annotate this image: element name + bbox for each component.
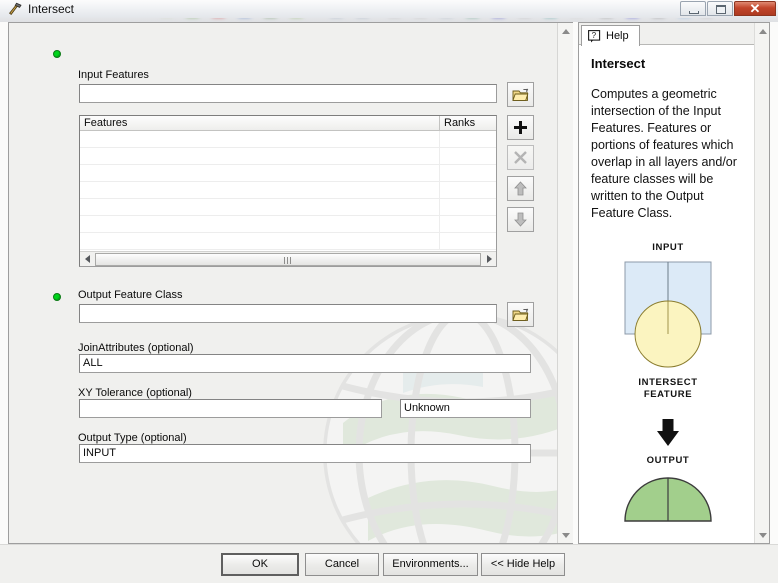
parameters-pane-scrollbar[interactable]	[557, 23, 573, 543]
features-list-horizontal-scrollbar[interactable]	[80, 251, 496, 266]
cancel-button[interactable]: Cancel	[305, 552, 379, 576]
table-row[interactable]	[80, 165, 496, 182]
help-content: Intersect Computes a geometric intersect…	[579, 46, 755, 543]
close-icon: ✕	[749, 1, 761, 16]
table-row[interactable]	[80, 233, 496, 250]
horizontal-scroll-thumb[interactable]	[95, 252, 481, 266]
diagram-intersect-caption-line2: FEATURE	[643, 389, 693, 400]
open-folder-icon	[512, 88, 529, 101]
help-scroll-down-icon[interactable]	[755, 527, 769, 543]
intersect-tool-window: Intersect ✕ Input Features Features Rank…	[0, 0, 778, 583]
input-features-browse-button[interactable]	[507, 82, 534, 107]
help-tabstrip: ? Help	[579, 23, 769, 46]
hide-help-button[interactable]: << Hide Help	[481, 552, 565, 576]
diagram-output-caption: OUTPUT	[646, 455, 690, 466]
table-row[interactable]	[80, 182, 496, 199]
window-title: Intersect	[28, 2, 75, 16]
minimize-button[interactable]	[680, 1, 706, 16]
xy-tolerance-input[interactable]	[79, 399, 382, 418]
tool-parameters-pane: Input Features Features Ranks Output Fea…	[8, 22, 573, 544]
table-row[interactable]	[80, 216, 496, 233]
scroll-right-icon[interactable]	[482, 253, 496, 266]
output-type-combo[interactable]: INPUT	[79, 444, 531, 463]
dialog-button-bar: OK Cancel Environments... << Hide Help	[0, 544, 778, 583]
diagram-input-caption: INPUT	[652, 242, 684, 253]
output-diagram	[624, 477, 712, 522]
required-indicator-output-feature-class	[53, 293, 61, 301]
output-feature-class-browse-button[interactable]	[507, 302, 534, 327]
output-feature-class-input[interactable]	[79, 304, 497, 323]
maximize-icon	[716, 5, 726, 14]
column-header-features[interactable]: Features	[80, 116, 440, 130]
join-attributes-combo[interactable]: ALL	[79, 354, 531, 373]
table-row[interactable]	[80, 148, 496, 165]
features-list[interactable]: Features Ranks	[79, 115, 497, 267]
ok-button[interactable]: OK	[221, 552, 299, 576]
required-indicator-input-features	[53, 50, 61, 58]
maximize-button[interactable]	[707, 1, 733, 16]
tab-help[interactable]: ? Help	[581, 25, 640, 46]
add-feature-button[interactable]	[507, 115, 534, 140]
features-list-body[interactable]	[80, 131, 496, 250]
close-button[interactable]: ✕	[734, 1, 776, 16]
table-row[interactable]	[80, 199, 496, 216]
column-header-ranks[interactable]: Ranks	[440, 116, 496, 130]
input-intersect-diagram	[624, 261, 712, 368]
arrow-down-icon	[657, 419, 679, 446]
help-pane-scrollbar[interactable]	[754, 23, 769, 543]
input-features-combo[interactable]	[79, 84, 497, 103]
plus-icon	[514, 121, 527, 134]
parameters-form: Input Features Features Ranks Output Fea…	[9, 23, 557, 543]
help-tab-label: Help	[606, 30, 629, 42]
features-list-header: Features Ranks	[80, 116, 496, 131]
open-folder-icon	[512, 308, 529, 321]
xy-tolerance-unit-combo[interactable]: Unknown	[400, 399, 531, 418]
window-titlebar: Intersect ✕	[0, 0, 778, 18]
help-scroll-up-icon[interactable]	[755, 23, 769, 39]
scroll-down-icon[interactable]	[558, 527, 573, 543]
window-controls: ✕	[679, 1, 776, 17]
scroll-left-icon[interactable]	[80, 253, 94, 266]
x-icon	[514, 151, 527, 164]
help-title: Intersect	[591, 56, 646, 71]
hammer-tool-icon	[7, 2, 23, 16]
arrow-up-icon	[514, 181, 527, 196]
table-row[interactable]	[80, 131, 496, 148]
move-down-button[interactable]	[507, 207, 534, 232]
help-pane: ? Help Intersect Computes a geometric in…	[578, 22, 770, 544]
arrow-down-icon	[514, 212, 527, 227]
move-up-button[interactable]	[507, 176, 534, 201]
svg-text:?: ?	[592, 31, 597, 40]
environments-button[interactable]: Environments...	[383, 552, 478, 576]
input-features-label: Input Features	[78, 69, 149, 81]
question-balloon-icon: ?	[588, 29, 601, 42]
remove-feature-button	[507, 145, 534, 170]
minimize-icon	[689, 11, 699, 14]
scroll-up-icon[interactable]	[558, 23, 573, 39]
help-diagram: INPUT INTERSECT FEATURE OUTPUT	[591, 242, 745, 527]
diagram-intersect-caption-line1: INTERSECT	[638, 377, 698, 388]
output-feature-class-label: Output Feature Class	[78, 289, 183, 301]
help-description: Computes a geometric intersection of the…	[591, 87, 737, 220]
